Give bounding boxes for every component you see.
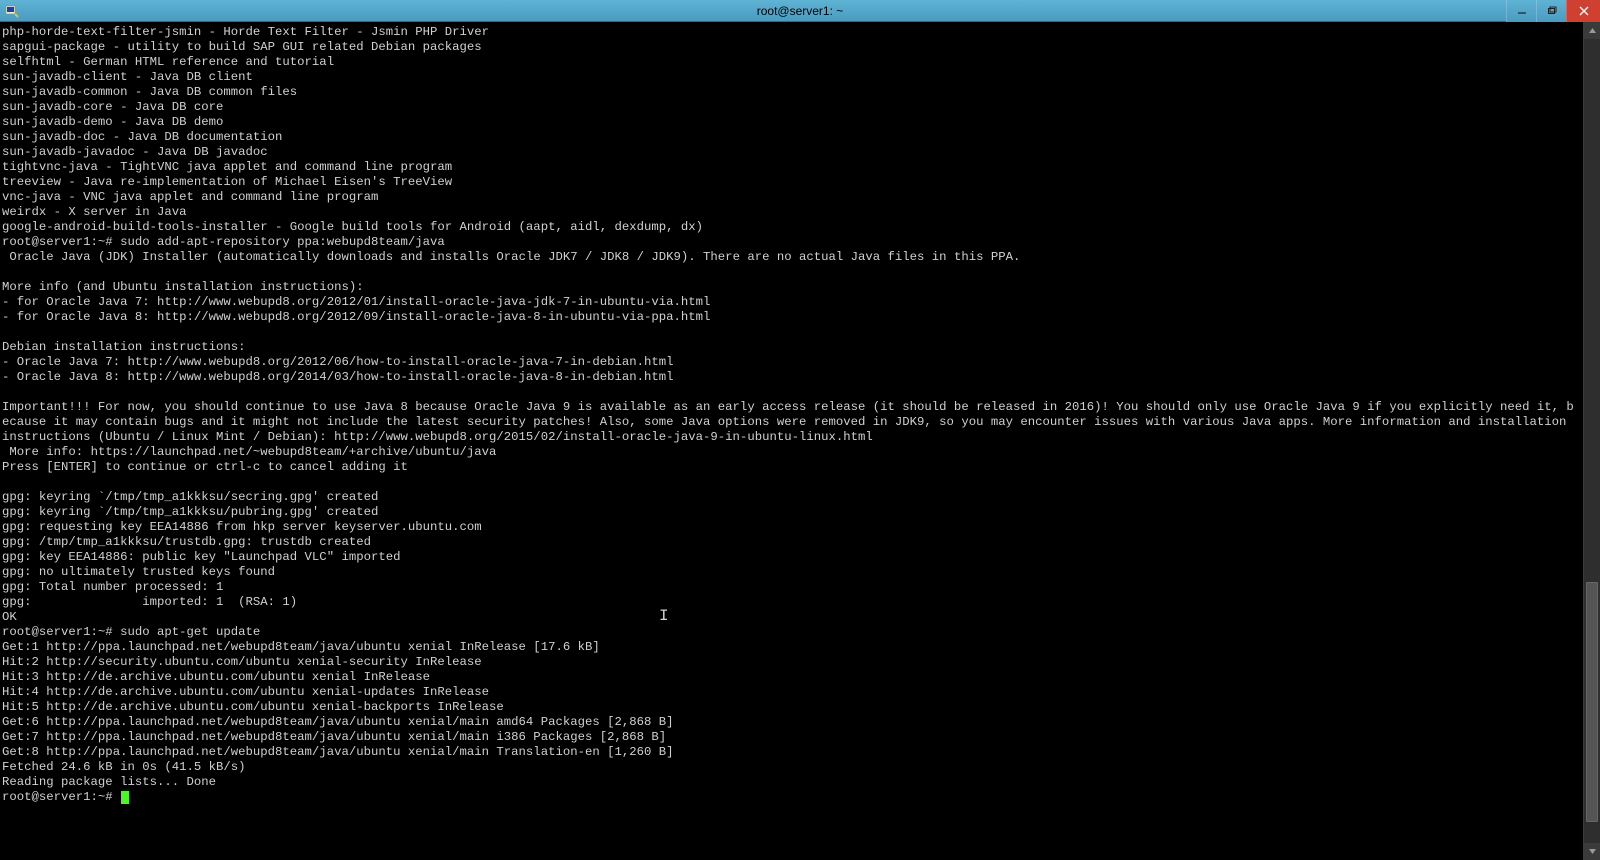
terminal-line: sun-javadb-demo - Java DB demo — [2, 115, 1581, 130]
window-controls — [1506, 0, 1600, 22]
terminal-line: gpg: no ultimately trusted keys found — [2, 565, 1581, 580]
terminal-prompt-line[interactable]: root@server1:~# — [2, 790, 1581, 805]
terminal-line: root@server1:~# sudo add-apt-repository … — [2, 235, 1581, 250]
terminal-line: Fetched 24.6 kB in 0s (41.5 kB/s) — [2, 760, 1581, 775]
terminal-line: More info: https://launchpad.net/~webupd… — [2, 445, 1581, 460]
terminal-line — [2, 265, 1581, 280]
terminal-line: sun-javadb-core - Java DB core — [2, 100, 1581, 115]
window-title: root@server1: ~ — [757, 4, 844, 18]
terminal-line: - for Oracle Java 7: http://www.webupd8.… — [2, 295, 1581, 310]
terminal-line: sun-javadb-client - Java DB client — [2, 70, 1581, 85]
scroll-up-button[interactable] — [1584, 22, 1600, 39]
shell-prompt: root@server1:~# — [2, 790, 120, 804]
terminal-line: Get:6 http://ppa.launchpad.net/webupd8te… — [2, 715, 1581, 730]
terminal-line: Reading package lists... Done — [2, 775, 1581, 790]
scroll-down-button[interactable] — [1584, 843, 1600, 860]
terminal-line: Hit:4 http://de.archive.ubuntu.com/ubunt… — [2, 685, 1581, 700]
terminal-line: - for Oracle Java 8: http://www.webupd8.… — [2, 310, 1581, 325]
block-cursor — [121, 791, 129, 804]
terminal-container: php-horde-text-filter-jsmin - Horde Text… — [0, 22, 1600, 860]
terminal-line: php-horde-text-filter-jsmin - Horde Text… — [2, 25, 1581, 40]
terminal-line: sapgui-package - utility to build SAP GU… — [2, 40, 1581, 55]
terminal-line: gpg: keyring `/tmp/tmp_a1kkksu/pubring.g… — [2, 505, 1581, 520]
terminal-line: OK — [2, 610, 1581, 625]
terminal-line — [2, 475, 1581, 490]
terminal-line: Important!!! For now, you should continu… — [2, 400, 1581, 445]
terminal-line: gpg: /tmp/tmp_a1kkksu/trustdb.gpg: trust… — [2, 535, 1581, 550]
terminal-line: gpg: keyring `/tmp/tmp_a1kkksu/secring.g… — [2, 490, 1581, 505]
terminal-line: Press [ENTER] to continue or ctrl-c to c… — [2, 460, 1581, 475]
terminal-line: treeview - Java re-implementation of Mic… — [2, 175, 1581, 190]
terminal-line: weirdx - X server in Java — [2, 205, 1581, 220]
terminal-line: tightvnc-java - TightVNC java applet and… — [2, 160, 1581, 175]
terminal-line: google-android-build-tools-installer - G… — [2, 220, 1581, 235]
terminal-line: More info (and Ubuntu installation instr… — [2, 280, 1581, 295]
terminal-line: selfhtml - German HTML reference and tut… — [2, 55, 1581, 70]
terminal-line — [2, 325, 1581, 340]
terminal-line: Get:8 http://ppa.launchpad.net/webupd8te… — [2, 745, 1581, 760]
terminal-line: root@server1:~# sudo apt-get update — [2, 625, 1581, 640]
scrollbar-vertical[interactable] — [1583, 22, 1600, 860]
close-button[interactable] — [1566, 0, 1600, 22]
terminal-line — [2, 385, 1581, 400]
terminal-line: gpg: imported: 1 (RSA: 1) — [2, 595, 1581, 610]
terminal-line: - Oracle Java 7: http://www.webupd8.org/… — [2, 355, 1581, 370]
terminal-line: Oracle Java (JDK) Installer (automatical… — [2, 250, 1581, 265]
terminal-line: Get:1 http://ppa.launchpad.net/webupd8te… — [2, 640, 1581, 655]
minimize-button[interactable] — [1506, 0, 1536, 22]
terminal-output[interactable]: php-horde-text-filter-jsmin - Horde Text… — [0, 22, 1583, 860]
window-titlebar: root@server1: ~ — [0, 0, 1600, 22]
terminal-line: sun-javadb-javadoc - Java DB javadoc — [2, 145, 1581, 160]
terminal-line: Hit:3 http://de.archive.ubuntu.com/ubunt… — [2, 670, 1581, 685]
terminal-line: Hit:2 http://security.ubuntu.com/ubuntu … — [2, 655, 1581, 670]
terminal-line: sun-javadb-common - Java DB common files — [2, 85, 1581, 100]
scrollbar-thumb[interactable] — [1586, 582, 1598, 822]
maximize-button[interactable] — [1536, 0, 1566, 22]
terminal-line: sun-javadb-doc - Java DB documentation — [2, 130, 1581, 145]
terminal-line: Debian installation instructions: — [2, 340, 1581, 355]
terminal-line: - Oracle Java 8: http://www.webupd8.org/… — [2, 370, 1581, 385]
putty-icon — [4, 3, 20, 19]
terminal-line: Get:7 http://ppa.launchpad.net/webupd8te… — [2, 730, 1581, 745]
terminal-line: vnc-java - VNC java applet and command l… — [2, 190, 1581, 205]
terminal-line: Hit:5 http://de.archive.ubuntu.com/ubunt… — [2, 700, 1581, 715]
terminal-line: gpg: requesting key EEA14886 from hkp se… — [2, 520, 1581, 535]
terminal-line: gpg: Total number processed: 1 — [2, 580, 1581, 595]
terminal-line: gpg: key EEA14886: public key "Launchpad… — [2, 550, 1581, 565]
